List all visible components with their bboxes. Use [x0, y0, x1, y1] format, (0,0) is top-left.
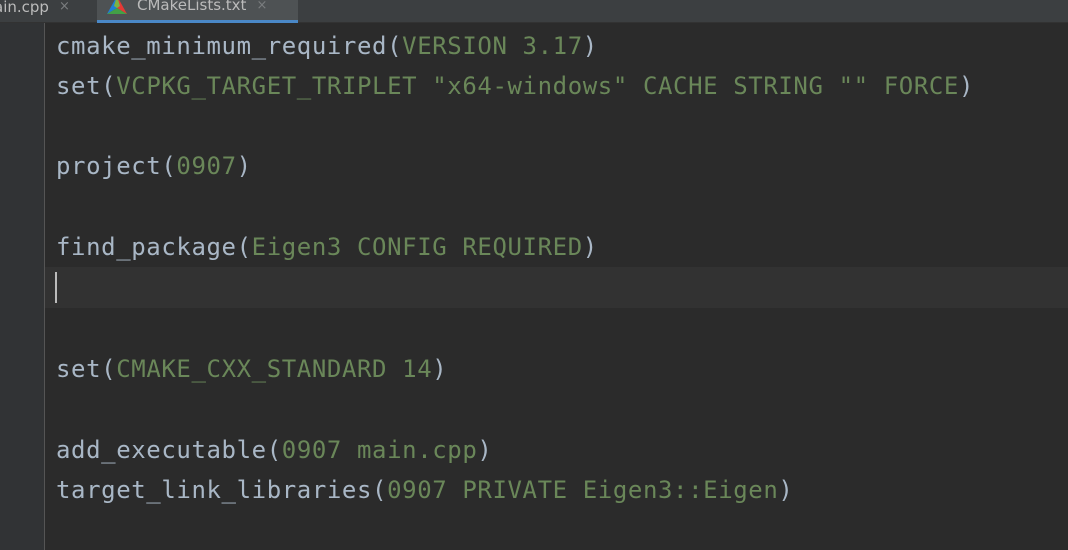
current-line-highlight — [45, 267, 1068, 308]
tab-cmakelists[interactable]: CMakeLists.txt × — [97, 0, 298, 23]
close-paren: ) — [432, 355, 448, 383]
open-paren: ( — [101, 72, 117, 100]
cmake-command: cmake_minimum_required — [56, 32, 388, 60]
open-paren: ( — [101, 355, 117, 383]
tab-label: ain.cpp — [0, 0, 49, 16]
cmake-arguments: CMAKE_CXX_STANDARD 14 — [116, 355, 433, 383]
text-caret — [55, 272, 57, 303]
code-line[interactable]: add_executable(0907 main.cpp) — [56, 430, 492, 470]
close-paren: ) — [778, 476, 794, 504]
cmake-arguments: VCPKG_TARGET_TRIPLET "x64-windows" CACHE… — [116, 72, 959, 100]
close-paren: ) — [477, 436, 493, 464]
cmake-command: find_package — [56, 233, 237, 261]
cmake-command: set — [56, 355, 102, 383]
open-paren: ( — [266, 436, 282, 464]
editor-tab-bar: ain.cpp × CMakeLists.txt × — [0, 0, 1068, 23]
cmake-arguments: VERSION 3.17 — [402, 32, 583, 60]
cmake-command: set — [56, 72, 102, 100]
close-icon[interactable]: × — [59, 0, 70, 14]
cmake-arguments: Eigen3 CONFIG REQUIRED — [251, 233, 583, 261]
open-paren: ( — [387, 32, 403, 60]
cmake-command: project — [56, 152, 162, 180]
close-icon[interactable]: × — [256, 0, 267, 13]
code-line[interactable]: project(0907) — [56, 146, 252, 186]
code-line[interactable]: find_package(Eigen3 CONFIG REQUIRED) — [56, 227, 598, 267]
tab-main-cpp[interactable]: ain.cpp × — [0, 0, 96, 23]
open-paren: ( — [161, 152, 177, 180]
cmake-command: add_executable — [56, 436, 267, 464]
close-paren: ) — [958, 72, 975, 100]
editor-gutter — [0, 23, 44, 550]
cmake-arguments: 0907 main.cpp — [281, 436, 478, 464]
close-paren: ) — [236, 152, 252, 180]
close-paren: ) — [582, 32, 598, 60]
code-line[interactable]: set(CMAKE_CXX_STANDARD 14) — [56, 349, 447, 389]
code-line[interactable]: cmake_minimum_required(VERSION 3.17) — [56, 26, 598, 66]
cmake-command: target_link_libraries — [56, 476, 373, 504]
close-paren: ) — [582, 233, 598, 261]
cmake-icon — [107, 0, 127, 14]
open-paren: ( — [236, 233, 252, 261]
tab-label: CMakeLists.txt — [137, 0, 247, 14]
code-line[interactable]: set(VCPKG_TARGET_TRIPLET "x64-windows" C… — [56, 66, 974, 106]
cmake-arguments: 0907 PRIVATE Eigen3::Eigen — [387, 476, 779, 504]
cmake-arguments: 0907 — [176, 152, 237, 180]
code-line[interactable]: target_link_libraries(0907 PRIVATE Eigen… — [56, 470, 793, 510]
open-paren: ( — [372, 476, 388, 504]
